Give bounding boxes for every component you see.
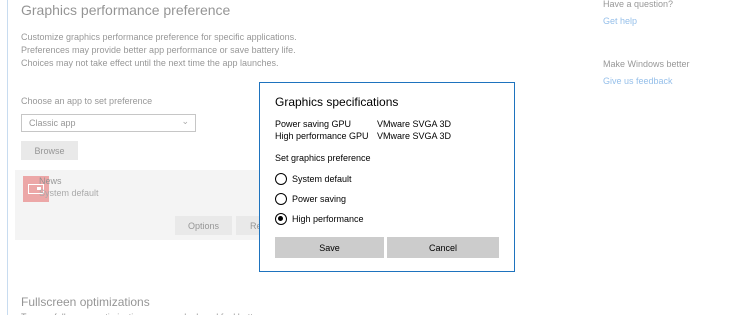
app-preference-status: System default: [39, 188, 99, 198]
options-button[interactable]: Options: [175, 216, 232, 235]
radio-high-performance[interactable]: High performance: [275, 212, 395, 226]
dialog-title: Graphics specifications: [275, 95, 399, 109]
radio-system-default[interactable]: System default: [275, 172, 395, 186]
radio-label: High performance: [292, 214, 364, 224]
power-saving-gpu-label: Power saving GPU: [275, 119, 352, 129]
graphics-specifications-dialog: Graphics specifications Power saving GPU…: [259, 82, 515, 272]
question-heading: Have a question?: [603, 0, 674, 9]
radio-label: System default: [292, 174, 352, 184]
app-name: News: [39, 176, 62, 186]
high-performance-gpu-value: VMware SVGA 3D: [377, 131, 452, 141]
save-button[interactable]: Save: [275, 237, 384, 258]
get-help-link[interactable]: Get help: [603, 16, 637, 26]
radio-checked-icon: [275, 213, 287, 225]
high-performance-gpu-label: High performance GPU: [275, 131, 369, 141]
app-type-select[interactable]: Classic app ⌄: [21, 114, 196, 132]
set-preference-label: Set graphics preference: [275, 153, 371, 163]
cancel-button[interactable]: Cancel: [387, 237, 499, 258]
radio-label: Power saving: [292, 194, 347, 204]
fullscreen-optimizations-title: Fullscreen optimizations: [21, 295, 150, 309]
radio-unchecked-icon: [275, 193, 287, 205]
power-saving-gpu-value: VMware SVGA 3D: [377, 119, 452, 129]
give-feedback-link[interactable]: Give us feedback: [603, 76, 673, 86]
app-type-select-value: Classic app: [29, 118, 76, 128]
radio-dot: [278, 216, 283, 221]
browse-button[interactable]: Browse: [21, 141, 78, 160]
choose-app-label: Choose an app to set preference: [21, 96, 153, 106]
radio-power-saving[interactable]: Power saving: [275, 192, 395, 206]
page-description: Customize graphics performance preferenc…: [21, 32, 297, 68]
page-title: Graphics performance preference: [21, 2, 231, 18]
app-list-item[interactable]: News System default: [15, 170, 262, 210]
radio-unchecked-icon: [275, 173, 287, 185]
make-windows-better-heading: Make Windows better: [603, 59, 690, 69]
chevron-down-icon: ⌄: [181, 116, 189, 126]
